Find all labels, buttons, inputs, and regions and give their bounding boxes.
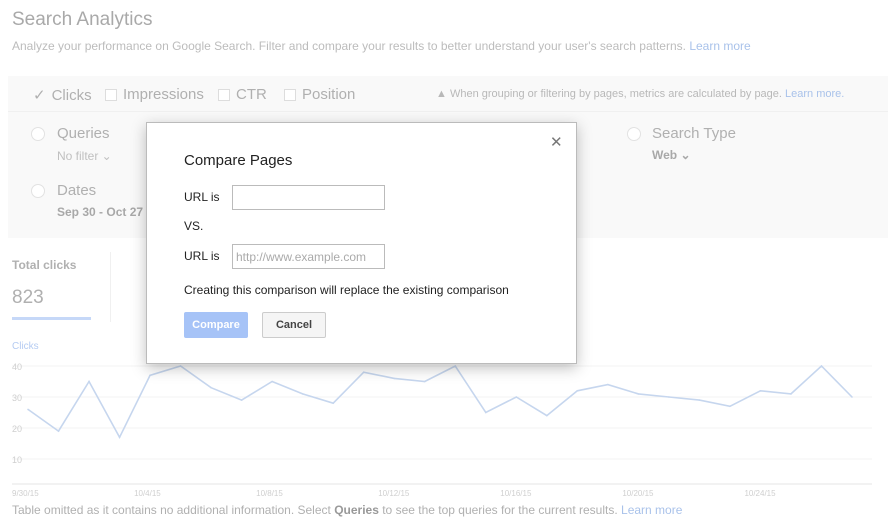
y-tick-label: 20 bbox=[12, 424, 22, 434]
x-tick-label: 10/24/15 bbox=[744, 489, 776, 498]
footer-note: Table omitted as it contains no addition… bbox=[12, 503, 682, 517]
data-point bbox=[301, 393, 304, 395]
data-point bbox=[820, 365, 823, 367]
data-point bbox=[454, 365, 457, 367]
x-tick-label: 10/20/15 bbox=[622, 489, 654, 498]
cancel-button[interactable]: Cancel bbox=[262, 312, 326, 338]
data-point bbox=[515, 396, 518, 398]
compare-button[interactable]: Compare bbox=[184, 312, 248, 338]
clicks-line bbox=[27, 364, 853, 440]
data-point bbox=[210, 386, 212, 389]
data-point bbox=[637, 393, 640, 395]
data-point bbox=[729, 405, 731, 408]
dialog-title-text: Compare Pages bbox=[184, 152, 293, 169]
data-point bbox=[88, 380, 90, 383]
data-point bbox=[362, 371, 365, 374]
dialog-title: Compare Pages bbox=[184, 152, 292, 169]
y-tick-label: 40 bbox=[12, 362, 22, 372]
data-point bbox=[57, 430, 60, 432]
data-point bbox=[668, 396, 670, 398]
data-point bbox=[118, 436, 121, 439]
y-tick-label: 10 bbox=[12, 455, 22, 465]
data-point bbox=[332, 402, 334, 405]
data-point bbox=[179, 365, 182, 367]
url-input-2[interactable] bbox=[232, 244, 385, 269]
url-input-1[interactable] bbox=[232, 185, 385, 210]
data-point bbox=[27, 408, 29, 411]
data-point bbox=[271, 380, 273, 383]
replace-notice: Creating this comparison will replace th… bbox=[184, 283, 509, 297]
compare-pages-dialog: ✕ Compare Pages URL is VS. URL is Creati… bbox=[146, 122, 577, 364]
url-label-2: URL is bbox=[184, 249, 220, 263]
x-tick-label: 10/8/15 bbox=[256, 489, 283, 498]
data-point bbox=[607, 383, 609, 386]
url-label-1: URL is bbox=[184, 190, 220, 204]
footer-text-2: to see the top queries for the current r… bbox=[378, 503, 618, 517]
footer-bold: Queries bbox=[334, 503, 379, 517]
data-point bbox=[790, 393, 792, 395]
vs-label: VS. bbox=[184, 219, 204, 233]
data-point bbox=[851, 396, 853, 398]
data-point bbox=[423, 380, 426, 383]
x-tick-label: 9/30/15 bbox=[12, 489, 39, 498]
data-point bbox=[149, 374, 151, 377]
data-point bbox=[484, 411, 487, 414]
x-tick-label: 10/16/15 bbox=[500, 489, 532, 498]
footer-learn-more[interactable]: Learn more bbox=[621, 503, 682, 517]
close-icon[interactable]: ✕ bbox=[550, 133, 563, 151]
x-tick-label: 10/4/15 bbox=[134, 489, 161, 498]
data-point bbox=[576, 390, 579, 392]
data-point bbox=[546, 414, 548, 417]
x-tick-label: 10/12/15 bbox=[378, 489, 410, 498]
data-point bbox=[698, 399, 701, 401]
data-point bbox=[393, 377, 396, 380]
footer-text: Table omitted as it contains no addition… bbox=[12, 503, 335, 517]
y-tick-label: 30 bbox=[12, 393, 22, 403]
data-point bbox=[240, 399, 243, 401]
data-point bbox=[759, 390, 762, 392]
